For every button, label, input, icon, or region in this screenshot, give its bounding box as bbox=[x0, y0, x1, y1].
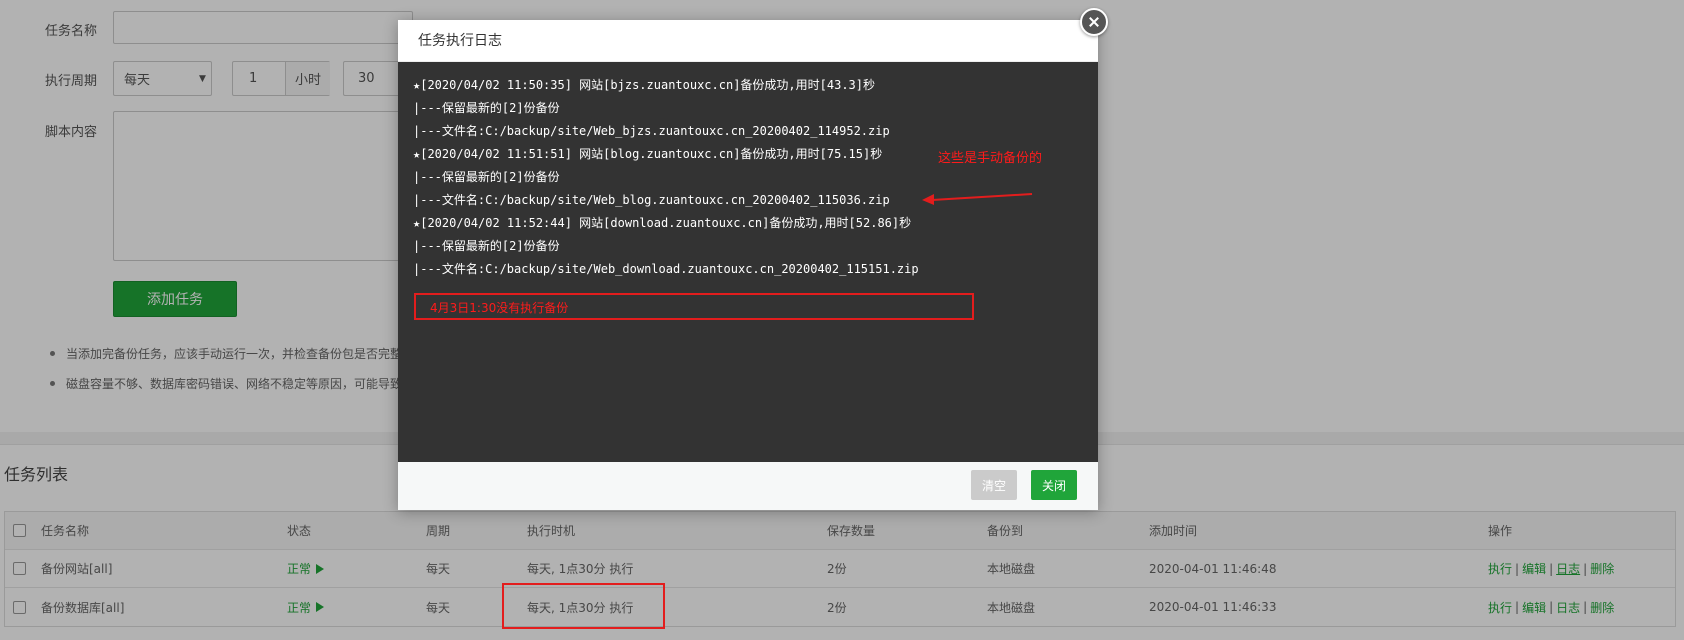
close-icon[interactable] bbox=[1080, 8, 1108, 36]
log-output: ★[2020/04/02 11:50:35] 网站[bjzs.zuantouxc… bbox=[398, 62, 1098, 462]
log-line: |---保留最新的[2]份备份 bbox=[413, 101, 560, 115]
log-line: ★[2020/04/02 11:50:35] 网站[bjzs.zuantouxc… bbox=[413, 78, 876, 92]
modal-title: 任务执行日志 bbox=[398, 20, 1098, 62]
log-line: |---文件名:C:/backup/site/Web_download.zuan… bbox=[413, 262, 919, 276]
log-line: |---保留最新的[2]份备份 bbox=[413, 239, 560, 253]
timing-highlight bbox=[502, 583, 665, 629]
task-log-modal: 任务执行日志 ★[2020/04/02 11:50:35] 网站[bjzs.zu… bbox=[398, 20, 1098, 510]
log-line: |---文件名:C:/backup/site/Web_bjzs.zuantoux… bbox=[413, 124, 890, 138]
close-button[interactable]: 关闭 bbox=[1031, 470, 1077, 500]
modal-footer: 清空 关闭 bbox=[398, 462, 1098, 510]
clear-button[interactable]: 清空 bbox=[971, 470, 1017, 500]
manual-backup-note: 这些是手动备份的 bbox=[938, 151, 1043, 166]
missed-backup-note: 4月3日1:30没有执行备份 bbox=[430, 301, 569, 315]
log-line: ★[2020/04/02 11:52:44] 网站[download.zuant… bbox=[413, 216, 912, 230]
annotation-arrow-icon bbox=[922, 193, 1033, 205]
